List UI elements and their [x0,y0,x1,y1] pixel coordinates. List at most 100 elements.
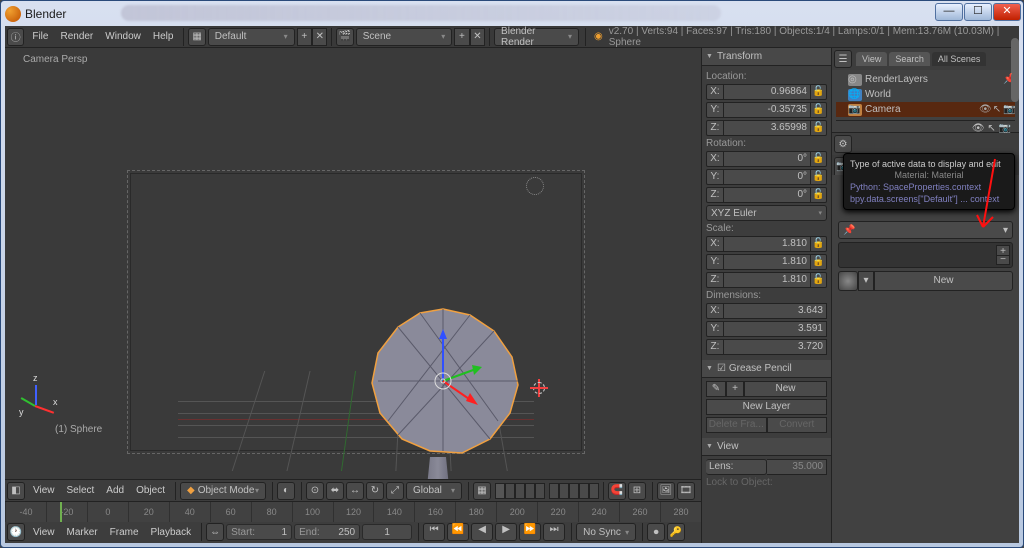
menu-file[interactable]: File [26,31,54,42]
dim-y-field[interactable]: 3.591 [724,321,827,337]
rotation-mode-dropdown[interactable]: XYZ Euler [706,205,827,221]
orientation-dropdown[interactable]: Global [406,482,462,500]
lock-icon[interactable]: 🔓 [811,169,827,185]
layout-remove-button[interactable]: ✕ [312,28,327,46]
v3d-menu-object[interactable]: Object [130,485,171,496]
play-reverse-button[interactable]: ◀ [471,523,493,541]
keyframe-next-button[interactable]: ⏩ [519,523,541,541]
lens-field[interactable]: 35.000 [767,459,828,475]
material-slot-list[interactable]: + − [838,242,1013,268]
timeline-playhead[interactable] [60,502,62,522]
layer-buttons[interactable] [495,483,599,499]
lock-icon[interactable]: 🔓 [811,272,827,288]
lock-icon[interactable]: 🔓 [811,254,827,270]
loc-x-field[interactable]: 0.96864 [724,84,811,100]
jump-end-button[interactable]: ⏭ [543,523,565,541]
gp-convert-button[interactable]: Convert [767,417,828,433]
dim-x-field[interactable]: 3.643 [724,303,827,319]
outliner-tab-view[interactable]: View [856,52,887,66]
render-engine-dropdown[interactable]: Blender Render [494,28,579,46]
v3d-menu-select[interactable]: Select [61,485,101,496]
screen-layout-dropdown[interactable]: Default [208,28,295,46]
editor-type-outliner-icon[interactable]: ☰ [834,50,852,68]
range-icon[interactable]: ⇔ [206,523,224,541]
object-sphere[interactable] [358,301,528,461]
tl-menu-marker[interactable]: Marker [61,527,104,538]
pivot-icon[interactable]: ⊙ [306,482,324,500]
editor-type-3dview-icon[interactable]: ◧ [7,482,25,500]
gp-new-button[interactable]: New [744,381,827,397]
timeline-ruler[interactable]: -40-20 020 4060 80100 120140 160180 2002… [5,502,701,522]
rot-y-field[interactable]: 0° [724,169,811,185]
gp-delete-button[interactable]: Delete Fra... [706,417,767,433]
plus-icon[interactable]: + [726,381,744,397]
mode-dropdown[interactable]: ◆Object Mode [180,482,266,500]
outliner-item-camera[interactable]: 📷Camera👁↖📷 [836,102,1015,117]
dim-z-field[interactable]: 3.720 [724,339,827,355]
grease-panel-header[interactable]: ☑Grease Pencil [702,360,831,378]
keyframe-prev-button[interactable]: ⏪ [447,523,469,541]
loc-y-field[interactable]: -0.35735 [724,102,811,118]
v3d-menu-view[interactable]: View [27,485,61,496]
editor-type-icon[interactable]: ⓘ [7,28,24,46]
rot-x-field[interactable]: 0° [724,151,811,167]
v3d-menu-add[interactable]: Add [100,485,130,496]
rotate-manip-icon[interactable]: ↻ [366,482,384,500]
eye-icon[interactable]: 👁 [972,123,985,128]
lock-icon[interactable]: 🔓 [811,120,827,136]
scene-add-button[interactable]: + [454,28,469,46]
maximize-button[interactable]: ☐ [964,3,992,21]
pencil-icon[interactable]: ✎ [706,381,726,397]
sync-dropdown[interactable]: No Sync [576,523,636,541]
remove-slot-button[interactable]: − [996,255,1010,265]
scene-remove-button[interactable]: ✕ [470,28,485,46]
gp-newlayer-button[interactable]: New Layer [706,399,827,415]
render-preview-icon[interactable]: 🖼 [657,482,675,500]
minimize-button[interactable]: — [935,3,963,21]
outliner-item-renderlayers[interactable]: ◎RenderLayers📌 [836,72,1015,87]
scale-y-field[interactable]: 1.810 [724,254,811,270]
scene-dropdown[interactable]: Scene [356,28,452,46]
current-frame-field[interactable]: 1 [362,524,412,540]
lamp-icon[interactable] [526,177,544,195]
shading-icon[interactable]: ◐ [277,482,295,500]
menu-render[interactable]: Render [54,31,99,42]
scrollbar-thumb[interactable] [1011,72,1019,102]
tl-menu-view[interactable]: View [27,527,61,538]
snap-icon[interactable]: 🧲 [608,482,626,500]
layout-add-button[interactable]: + [297,28,312,46]
lock-icon[interactable]: 🔓 [811,102,827,118]
lock-icon[interactable]: 🔓 [811,151,827,167]
view-panel-header[interactable]: View [702,438,831,456]
cursor-icon[interactable]: ↖ [987,123,995,128]
loc-z-field[interactable]: 3.65998 [724,120,811,136]
tl-menu-playback[interactable]: Playback [145,527,198,538]
menu-window[interactable]: Window [99,31,147,42]
viewport-3d[interactable]: Camera Persp [5,48,701,479]
snap-type-icon[interactable]: ⊞ [628,482,646,500]
scale-x-field[interactable]: 1.810 [724,236,811,252]
start-frame-field[interactable]: Start:1 [226,524,292,540]
tl-menu-frame[interactable]: Frame [104,527,145,538]
scale-z-field[interactable]: 1.810 [724,272,811,288]
close-button[interactable]: ✕ [993,3,1021,21]
play-button[interactable]: ▶ [495,523,517,541]
autokey-icon[interactable]: ⏺ [647,523,665,541]
editor-type-properties-icon[interactable]: ⚙ [834,135,852,153]
outliner-tab-all[interactable]: All Scenes [932,52,987,66]
outliner-tab-search[interactable]: Search [889,52,930,66]
new-material-button[interactable]: New [874,271,1013,291]
editor-type-timeline-icon[interactable]: 🕐 [7,523,25,541]
render-icon[interactable]: 📷 [999,123,1011,128]
rot-z-field[interactable]: 0° [724,187,811,203]
outliner-item-world[interactable]: 🌐World [836,87,1015,102]
lock-icon[interactable]: 🔓 [811,187,827,203]
material-browse-icon[interactable]: ▾ [858,271,874,291]
menu-help[interactable]: Help [147,31,180,42]
transform-panel-header[interactable]: Transform [702,48,831,66]
manipulator-toggle-icon[interactable]: ⬌ [326,482,344,500]
jump-start-button[interactable]: ⏮ [423,523,445,541]
layers-icon[interactable]: ▦ [473,482,491,500]
translate-manip-icon[interactable]: ↔ [346,482,364,500]
scene-icon[interactable]: 🎬 [336,28,353,46]
